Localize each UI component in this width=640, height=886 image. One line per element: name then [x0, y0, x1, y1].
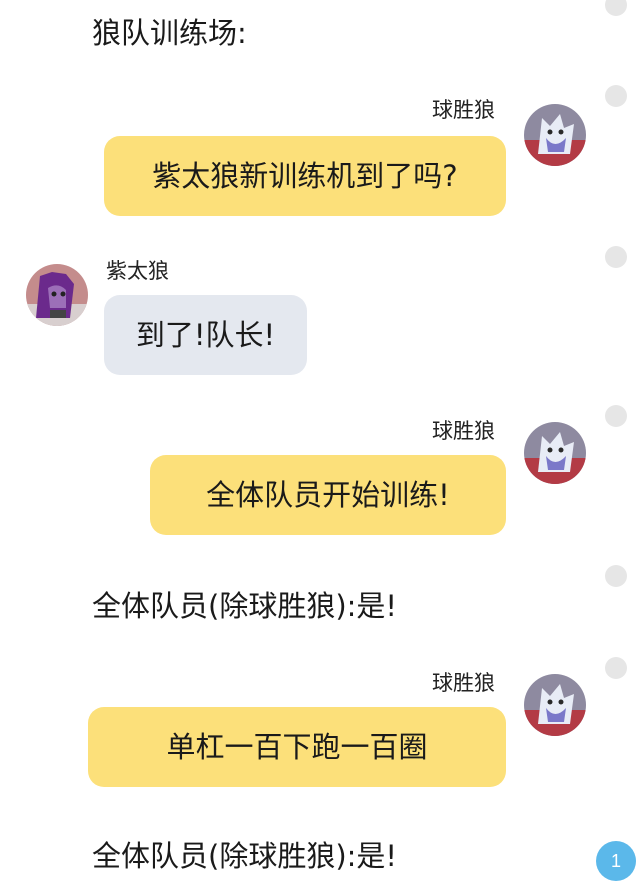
side-dot[interactable] [605, 0, 627, 16]
message-bubble[interactable]: 到了!队长! [104, 295, 307, 375]
narration-training-ground: 狼队训练场: [92, 16, 247, 50]
narration-reply: 全体队员(除球胜狼):是! [92, 839, 398, 873]
wolf-avatar-icon [26, 264, 88, 326]
message-text: 到了!队长! [135, 318, 276, 352]
side-dot[interactable] [605, 405, 627, 427]
message-text: 紫太狼新训练机到了吗? [152, 159, 458, 193]
sender-name: 球胜狼 [432, 419, 495, 443]
side-dot[interactable] [605, 565, 627, 587]
side-dot[interactable] [605, 657, 627, 679]
wolf-avatar-icon [524, 422, 586, 484]
wolf-avatar-icon [524, 104, 586, 166]
message-bubble[interactable]: 单杠一百下跑一百圈 [88, 707, 506, 787]
avatar-qiushenglang[interactable] [524, 674, 586, 736]
message-text: 单杠一百下跑一百圈 [166, 730, 428, 764]
sender-name: 球胜狼 [432, 98, 495, 122]
narration-reply: 全体队员(除球胜狼):是! [92, 589, 398, 623]
avatar-qiushenglang[interactable] [524, 104, 586, 166]
wolf-avatar-icon [524, 674, 586, 736]
message-bubble[interactable]: 紫太狼新训练机到了吗? [104, 136, 506, 216]
message-text: 全体队员开始训练! [206, 478, 450, 512]
avatar-qiushenglang[interactable] [524, 422, 586, 484]
sender-name: 球胜狼 [432, 671, 495, 695]
avatar-zitailang[interactable] [26, 264, 88, 326]
side-dot[interactable] [605, 246, 627, 268]
unread-count-badge[interactable]: 1 [596, 841, 636, 881]
side-dot[interactable] [605, 85, 627, 107]
message-bubble[interactable]: 全体队员开始训练! [150, 455, 506, 535]
sender-name: 紫太狼 [106, 259, 169, 283]
